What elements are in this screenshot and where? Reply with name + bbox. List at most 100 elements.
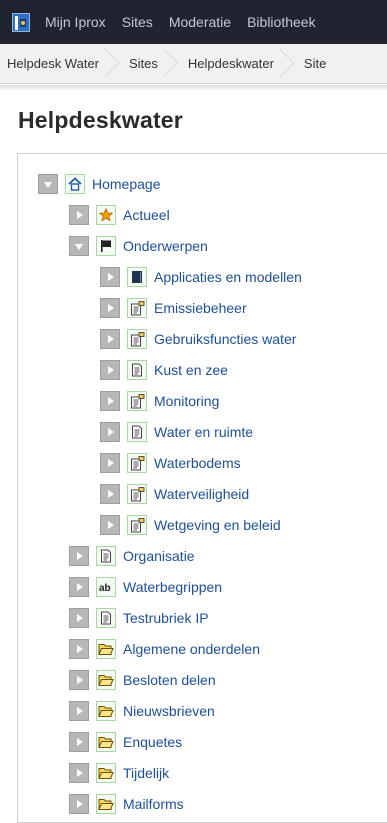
tree-node[interactable]: Wetgeving en beleid <box>100 513 281 537</box>
expand-toggle-icon[interactable] <box>100 329 120 349</box>
menu-mijn-iprox[interactable]: Mijn Iprox <box>45 14 106 30</box>
tree-node[interactable]: Nieuwsbrieven <box>69 699 215 723</box>
expand-toggle-icon[interactable] <box>69 732 89 752</box>
tree-node-label[interactable]: Water en ruimte <box>154 424 253 440</box>
tree-node-label[interactable]: Wetgeving en beleid <box>154 517 281 533</box>
expand-toggle-icon[interactable] <box>69 701 89 721</box>
breadcrumb-item-helpdeskwater[interactable]: Helpdeskwater <box>178 44 274 83</box>
expand-toggle-icon[interactable] <box>69 577 89 597</box>
expand-toggle-icon[interactable] <box>100 422 120 442</box>
tree-node[interactable]: Waterbodems <box>100 451 241 475</box>
flag-icon <box>96 236 116 256</box>
home-icon <box>65 174 85 194</box>
tree-node-label[interactable]: Applicaties en modellen <box>154 269 302 285</box>
expand-toggle-icon[interactable] <box>69 205 89 225</box>
folder-icon <box>96 732 116 752</box>
tree-node[interactable]: Organisatie <box>69 544 195 568</box>
tree-node-label[interactable]: Waterbodems <box>154 455 241 471</box>
page-stack-icon <box>127 453 147 473</box>
tree-node[interactable]: Algemene onderdelen <box>69 637 260 661</box>
expand-toggle-icon[interactable] <box>100 484 120 504</box>
tree-node-label[interactable]: Emissiebeheer <box>154 300 247 316</box>
collapse-toggle-icon[interactable] <box>69 236 89 256</box>
collapse-toggle-icon[interactable] <box>38 174 58 194</box>
tree-node[interactable]: Monitoring <box>100 389 219 413</box>
tree-node-label[interactable]: Waterveiligheid <box>154 486 249 502</box>
page-icon <box>127 422 147 442</box>
expand-toggle-icon[interactable] <box>100 515 120 535</box>
tree-node[interactable]: Onderwerpen <box>69 234 208 258</box>
tree-node[interactable]: Enquetes <box>69 730 182 754</box>
header-shadow <box>0 85 387 91</box>
tree-node-label[interactable]: Organisatie <box>123 548 195 564</box>
expand-toggle-icon[interactable] <box>100 267 120 287</box>
tree-node[interactable]: Applicaties en modellen <box>100 265 302 289</box>
glossary-ab-icon: ab <box>96 577 116 597</box>
tree-node[interactable]: Kust en zee <box>100 358 228 382</box>
tree-node[interactable]: Gebruiksfuncties water <box>100 327 296 351</box>
top-menu: Mijn Iprox Sites Moderatie Bibliotheek <box>45 0 332 44</box>
expand-toggle-icon[interactable] <box>69 546 89 566</box>
folder-icon <box>96 701 116 721</box>
folder-icon <box>96 763 116 783</box>
tree-node-label[interactable]: Gebruiksfuncties water <box>154 331 296 347</box>
page-stack-icon <box>127 515 147 535</box>
top-navigation-bar: Mijn Iprox Sites Moderatie Bibliotheek <box>0 0 387 44</box>
menu-moderatie[interactable]: Moderatie <box>169 14 231 30</box>
menu-bibliotheek[interactable]: Bibliotheek <box>247 14 316 30</box>
tree-node-label[interactable]: Besloten delen <box>123 672 216 688</box>
breadcrumb-separator-icon <box>280 44 294 83</box>
tree-node-label[interactable]: Monitoring <box>154 393 219 409</box>
tree-node-label[interactable]: Testrubriek IP <box>123 610 209 626</box>
expand-toggle-icon[interactable] <box>69 608 89 628</box>
tree-node-label[interactable]: Homepage <box>92 176 161 192</box>
expand-toggle-icon[interactable] <box>69 763 89 783</box>
folder-icon <box>96 670 116 690</box>
tree-node-label[interactable]: Nieuwsbrieven <box>123 703 215 719</box>
expand-toggle-icon[interactable] <box>100 391 120 411</box>
expand-toggle-icon[interactable] <box>69 794 89 814</box>
svg-text:ab: ab <box>99 583 111 593</box>
breadcrumb-item-helpdesk-water[interactable]: Helpdesk Water <box>0 44 99 83</box>
tree-node[interactable]: Waterveiligheid <box>100 482 249 506</box>
book-icon <box>127 267 147 287</box>
page-stack-icon <box>127 329 147 349</box>
tree-node-label[interactable]: Kust en zee <box>154 362 228 378</box>
folder-icon <box>96 639 116 659</box>
tree-node-label[interactable]: Tijdelijk <box>123 765 169 781</box>
page-stack-icon <box>127 391 147 411</box>
expand-toggle-icon[interactable] <box>69 670 89 690</box>
folder-icon <box>96 794 116 814</box>
breadcrumb: Helpdesk Water Sites Helpdeskwater Site <box>0 44 387 84</box>
tree-node[interactable]: Water en ruimte <box>100 420 253 444</box>
site-tree-panel: Homepage Actueel Onderwerpen Applicaties en… <box>17 153 387 823</box>
tree-node[interactable]: Mailforms <box>69 792 184 816</box>
tree-node[interactable]: Tijdelijk <box>69 761 169 785</box>
page-icon <box>127 360 147 380</box>
expand-toggle-icon[interactable] <box>69 639 89 659</box>
menu-sites[interactable]: Sites <box>122 14 153 30</box>
star-icon <box>96 205 116 225</box>
breadcrumb-separator-icon <box>164 44 178 83</box>
tree-node-label[interactable]: Enquetes <box>123 734 182 750</box>
expand-toggle-icon[interactable] <box>100 298 120 318</box>
iprox-logo-icon[interactable] <box>12 13 30 32</box>
breadcrumb-item-site[interactable]: Site <box>294 44 326 83</box>
tree-node[interactable]: Homepage <box>38 172 161 196</box>
tree-node[interactable]: Besloten delen <box>69 668 216 692</box>
tree-node[interactable]: Actueel <box>69 203 170 227</box>
tree-node-label[interactable]: Algemene onderdelen <box>123 641 260 657</box>
tree-node[interactable]: ab Waterbegrippen <box>69 575 222 599</box>
page-icon <box>96 546 116 566</box>
tree-node[interactable]: Emissiebeheer <box>100 296 247 320</box>
page-title: Helpdeskwater <box>18 107 183 133</box>
expand-toggle-icon[interactable] <box>100 360 120 380</box>
tree-node-label[interactable]: Mailforms <box>123 796 184 812</box>
tree-node-label[interactable]: Actueel <box>123 207 170 223</box>
expand-toggle-icon[interactable] <box>100 453 120 473</box>
tree-node[interactable]: Testrubriek IP <box>69 606 209 630</box>
page-stack-icon <box>127 298 147 318</box>
tree-node-label[interactable]: Waterbegrippen <box>123 579 222 595</box>
tree-node-label[interactable]: Onderwerpen <box>123 238 208 254</box>
page-plain-icon <box>96 608 116 628</box>
